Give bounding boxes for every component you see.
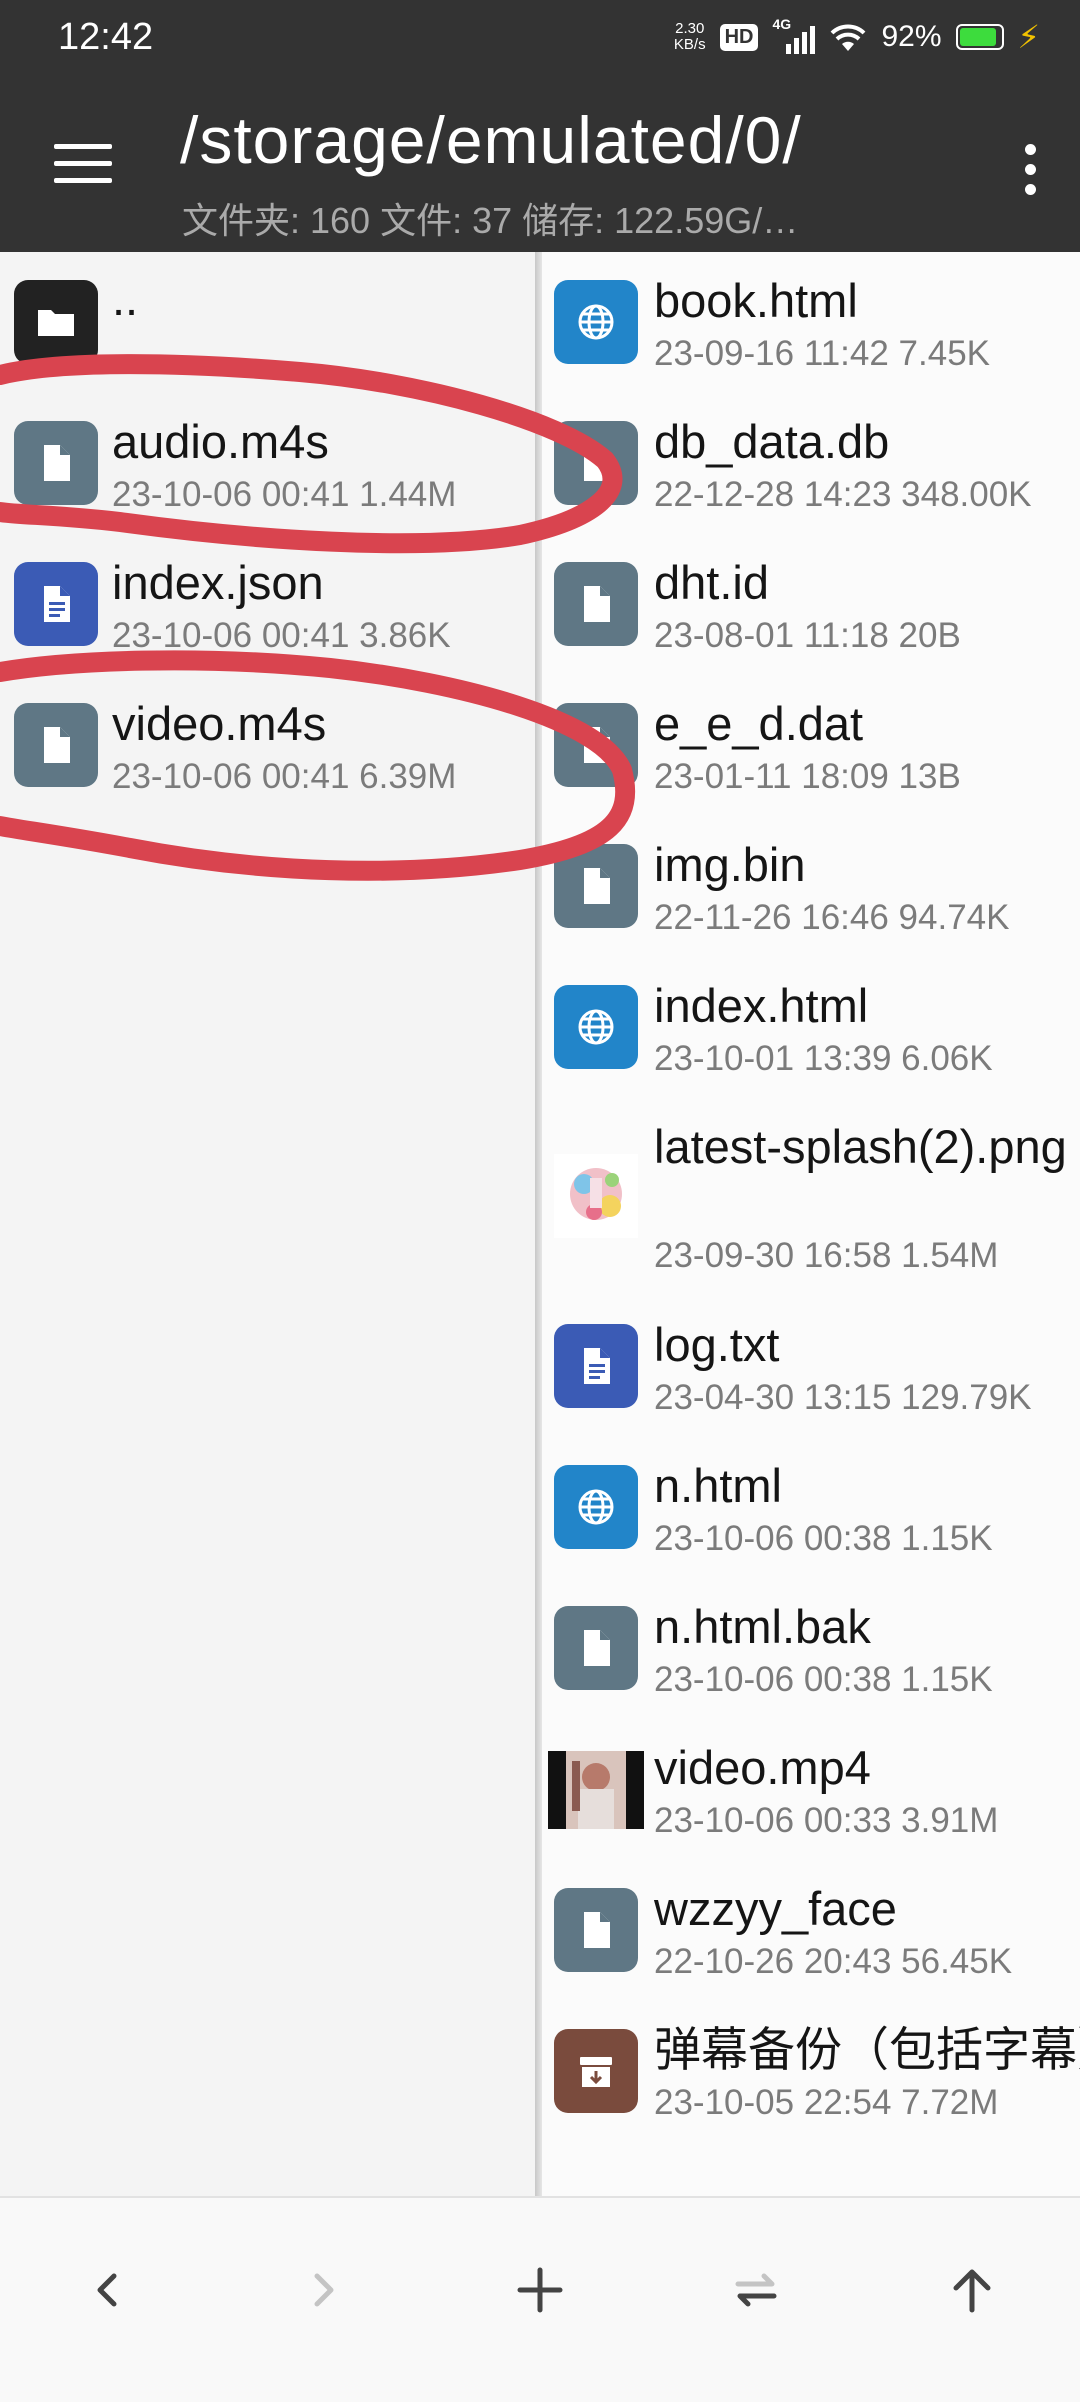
file-icon <box>554 1606 638 1690</box>
file-meta: 23-09-16 11:42 7.45K <box>654 334 991 373</box>
file-meta: 23-10-06 00:38 1.15K <box>654 1660 993 1699</box>
file-icon <box>554 1888 638 1972</box>
file-name: video.m4s <box>112 697 327 750</box>
file-icon <box>554 844 638 928</box>
file-list-item[interactable]: log.txt 23-04-30 13:15 129.79K <box>542 1296 1080 1437</box>
battery-fill <box>959 28 997 46</box>
cellular-signal-icon: 4G <box>772 16 816 54</box>
status-bar: 12:42 2.30 KB/s HD 4G 92% ⚡ <box>0 0 1080 84</box>
file-list-item[interactable]: video.m4s 23-10-06 00:41 6.39M <box>0 675 535 816</box>
file-list-item[interactable]: n.html 23-10-06 00:38 1.15K <box>542 1437 1080 1578</box>
image-thumbnail-icon <box>554 1154 638 1238</box>
file-name: book.html <box>654 274 858 327</box>
file-meta: 23-10-06 00:41 6.39M <box>112 757 457 796</box>
file-list-item[interactable]: db_data.db 22-12-28 14:23 348.00K <box>542 393 1080 534</box>
forward-icon[interactable] <box>283 2250 363 2330</box>
hd-voice-icon: HD <box>719 23 759 51</box>
file-meta: 23-10-06 00:33 3.91M <box>654 1801 999 1840</box>
file-meta: 23-10-06 00:41 1.44M <box>112 475 457 514</box>
file-list-item[interactable]: img.bin 22-11-26 16:46 94.74K <box>542 816 1080 957</box>
file-meta: 23-04-30 13:15 129.79K <box>654 1378 1032 1417</box>
document-icon <box>554 1324 638 1408</box>
file-list-item[interactable]: book.html 23-09-16 11:42 7.45K <box>542 252 1080 393</box>
file-name: img.bin <box>654 838 806 891</box>
file-name: 弹幕备份（包括字幕）.zip <box>654 2023 1080 2076</box>
document-icon <box>14 562 98 646</box>
file-icon <box>14 703 98 787</box>
file-list-item[interactable]: dht.id 23-08-01 11:18 20B <box>542 534 1080 675</box>
file-name: .. <box>112 272 139 325</box>
file-meta: 23-01-11 18:09 13B <box>654 757 961 796</box>
status-time: 12:42 <box>58 16 154 58</box>
file-meta: 23-10-06 00:41 3.86K <box>112 616 451 655</box>
file-meta: 23-09-30 16:58 1.54M <box>654 1236 999 1275</box>
file-list-item[interactable]: .. <box>0 252 535 393</box>
bottom-navigation-bar <box>0 2196 1080 2402</box>
file-list-item[interactable]: index.html 23-10-01 13:39 6.06K <box>542 957 1080 1098</box>
file-name: wzzyy_face <box>654 1882 897 1935</box>
file-list-item[interactable]: wzzyy_face 22-10-26 20:43 56.45K <box>542 1860 1080 2001</box>
file-meta: 23-10-01 13:39 6.06K <box>654 1039 993 1078</box>
menu-icon[interactable] <box>54 144 112 184</box>
archive-icon <box>554 2029 638 2113</box>
file-list-item[interactable]: e_e_d.dat 23-01-11 18:09 13B <box>542 675 1080 816</box>
file-list-item[interactable]: n.html.bak 23-10-06 00:38 1.15K <box>542 1578 1080 1719</box>
globe-icon <box>554 985 638 1069</box>
pane-divider[interactable] <box>535 252 542 2196</box>
file-name: latest-splash(2).png <box>654 1120 1067 1173</box>
status-icons: 2.30 KB/s HD 4G 92% ⚡ <box>673 16 1040 56</box>
file-list-item[interactable]: audio.m4s 23-10-06 00:41 1.44M <box>0 393 535 534</box>
storage-summary: 文件夹: 160 文件: 37 储存: 122.59G/… <box>182 200 799 241</box>
file-name: n.html <box>654 1459 782 1512</box>
swap-icon[interactable] <box>716 2250 796 2330</box>
video-thumbnail-icon <box>548 1751 644 1829</box>
back-icon[interactable] <box>68 2250 148 2330</box>
right-file-pane[interactable]: book.html 23-09-16 11:42 7.45K db_data.db 2… <box>542 252 1080 2196</box>
file-icon <box>554 703 638 787</box>
file-name: n.html.bak <box>654 1600 871 1653</box>
file-meta: 22-11-26 16:46 94.74K <box>654 898 1010 937</box>
app-bar: /storage/emulated/0/ 文件夹: 160 文件: 37 储存:… <box>0 84 1080 252</box>
file-meta: 22-12-28 14:23 348.00K <box>654 475 1032 514</box>
file-name: index.json <box>112 556 324 609</box>
file-name: index.html <box>654 979 869 1032</box>
more-options-icon[interactable] <box>1020 144 1040 204</box>
file-name: video.mp4 <box>654 1741 871 1794</box>
globe-icon <box>554 1465 638 1549</box>
signal-type-label: 4G <box>772 16 792 32</box>
file-meta: 23-10-06 00:38 1.15K <box>654 1519 993 1558</box>
left-file-pane[interactable]: .. audio.m4s 23-10-06 00:41 1.44M index.jso… <box>0 252 535 2196</box>
charging-icon: ⚡ <box>1017 19 1040 55</box>
file-name: db_data.db <box>654 415 890 468</box>
add-icon[interactable] <box>500 2250 580 2330</box>
file-icon <box>554 421 638 505</box>
file-name: dht.id <box>654 556 769 609</box>
battery-icon <box>955 24 1004 50</box>
folder-icon <box>14 280 98 364</box>
current-path-title: /storage/emulated/0/ <box>180 103 802 177</box>
file-name: e_e_d.dat <box>654 697 864 750</box>
file-list-item[interactable]: video.mp4 23-10-06 00:33 3.91M <box>542 1719 1080 1860</box>
file-list-item[interactable]: index.json 23-10-06 00:41 3.86K <box>0 534 535 675</box>
network-speed: 2.30 KB/s <box>673 20 706 53</box>
wifi-icon <box>831 24 866 51</box>
up-icon[interactable] <box>932 2250 1012 2330</box>
file-icon <box>554 562 638 646</box>
file-meta: 22-10-26 20:43 56.45K <box>654 1942 1013 1981</box>
file-name: log.txt <box>654 1318 780 1371</box>
file-icon <box>14 421 98 505</box>
globe-icon <box>554 280 638 364</box>
file-meta: 23-08-01 11:18 20B <box>654 616 961 655</box>
file-list-item[interactable]: latest-splash(2).png 23-09-30 16:58 1.54M <box>542 1098 1080 1296</box>
file-name: audio.m4s <box>112 415 329 468</box>
file-list-item[interactable]: 弹幕备份（包括字幕）.zip 23-10-05 22:54 7.72M <box>542 2001 1080 2142</box>
battery-percentage: 92% <box>881 20 942 53</box>
file-meta: 23-10-05 22:54 7.72M <box>654 2083 999 2122</box>
